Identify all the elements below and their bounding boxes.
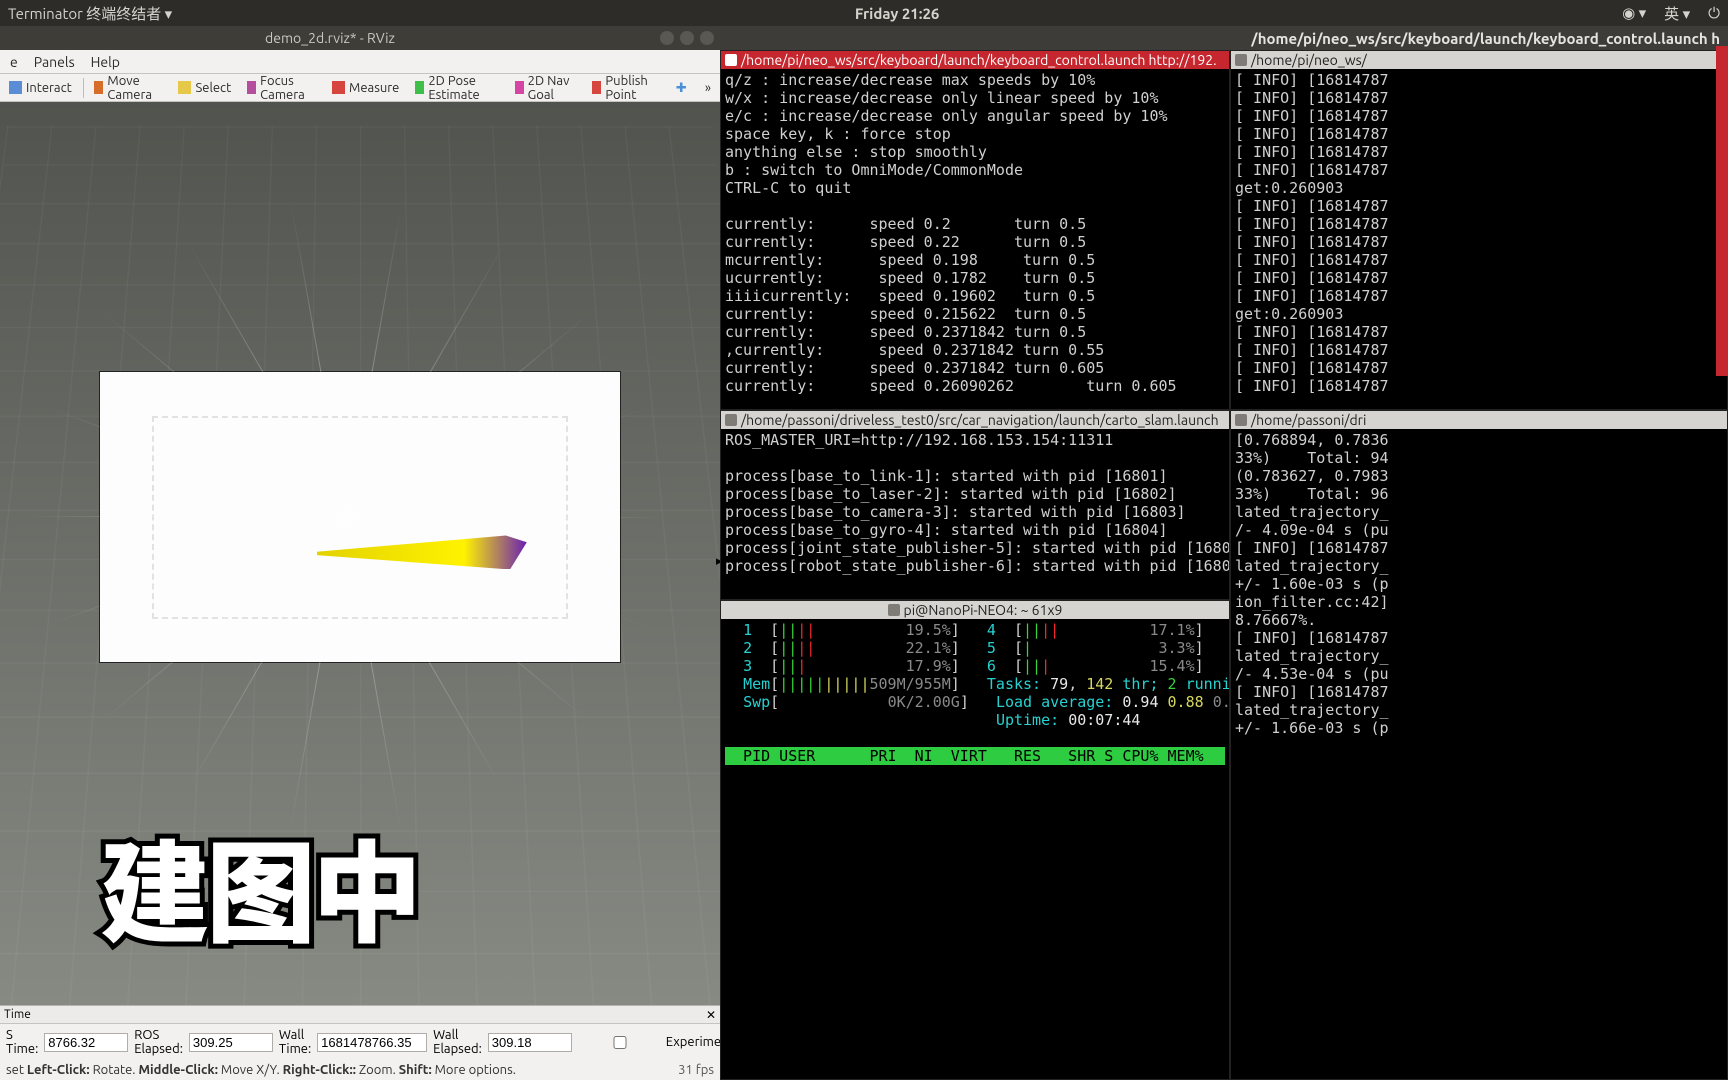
tool-nav-goal[interactable]: 2D Nav Goal	[508, 71, 584, 105]
terminal-icon	[1235, 54, 1247, 66]
terminal-pane-info1[interactable]: /home/pi/neo_ws/ [ INFO] [16814787 [ INF…	[1230, 50, 1728, 410]
system-menu-icon[interactable]: ⏻	[1708, 4, 1720, 22]
nav-goal-icon	[515, 81, 524, 94]
time-panel-title[interactable]: Time ✕	[0, 1005, 720, 1023]
app-menu[interactable]: Terminator 终端终结者 ▾	[8, 3, 172, 24]
toolbar-separator	[83, 78, 84, 98]
pane-body-htop: 1 [|||| 19.5%] 4 [|||| 17.1%] 2 [|||| 22…	[721, 619, 1229, 767]
time-panel: S Time: ROS Elapsed: Wall Time: Wall Ela…	[0, 1023, 720, 1060]
publish-point-icon	[592, 81, 601, 94]
terminal-column-right: /home/pi/neo_ws/ [ INFO] [16814787 [ INF…	[1230, 50, 1728, 1080]
terminal-pane-info2[interactable]: /home/passoni/dri [0.768894, 0.7836 33%)…	[1230, 410, 1728, 1080]
tool-focus-camera[interactable]: Focus Camera	[240, 71, 323, 105]
tool-pose-estimate[interactable]: 2D Pose Estimate	[408, 71, 505, 105]
status-hints: set Left-Click: Rotate. Middle-Click: Mo…	[0, 1060, 720, 1080]
experimental-toggle[interactable]: Experimental	[578, 1035, 744, 1049]
fps-readout: 31 fps	[678, 1063, 714, 1077]
terminal-icon	[725, 414, 737, 426]
terminal-icon	[888, 604, 900, 616]
wall-time-field[interactable]	[317, 1033, 427, 1052]
terminal-pane-keyboard[interactable]: /home/pi/neo_ws/src/keyboard/launch/keyb…	[720, 50, 1230, 410]
plus-icon: ✚	[676, 81, 689, 94]
terminal-pane-carto[interactable]: /home/passoni/driveless_test0/src/car_na…	[720, 410, 1230, 600]
menu-panels[interactable]: Panels	[26, 52, 83, 72]
measure-icon	[332, 81, 345, 94]
menu-file[interactable]: e	[2, 52, 26, 72]
rviz-toolbar: Interact Move Camera Select Focus Camera…	[0, 74, 720, 102]
ime-indicator[interactable]: 英 ▾	[1664, 3, 1690, 24]
terminal-icon	[1235, 414, 1247, 426]
interact-icon	[9, 81, 22, 94]
pane-body-carto: ROS_MASTER_URI=http://192.168.153.154:11…	[721, 429, 1229, 595]
clock[interactable]: Friday 21:26	[172, 5, 1622, 22]
tool-add[interactable]: ✚	[669, 78, 696, 97]
terminator-window: /home/pi/neo_ws/src/keyboard/launch/keyb…	[720, 26, 1728, 1080]
tool-measure[interactable]: Measure	[325, 78, 406, 98]
terminator-titlebar[interactable]: /home/pi/neo_ws/src/keyboard/launch/keyb…	[720, 26, 1728, 50]
laser-scan	[346, 517, 348, 519]
pane-body-info1: [ INFO] [16814787 [ INFO] [16814787 [ IN…	[1231, 69, 1727, 409]
pane-body-keyboard: q/z : increase/decrease max speeds by 10…	[721, 69, 1229, 409]
move-camera-icon	[94, 81, 103, 94]
pane-title-keyboard[interactable]: /home/pi/neo_ws/src/keyboard/launch/keyb…	[721, 51, 1229, 69]
ros-time-label: S Time:	[6, 1028, 38, 1056]
rviz-window: demo_2d.rviz* - RViz e Panels Help Inter…	[0, 26, 720, 1080]
select-icon	[178, 81, 191, 94]
window-maximize-icon[interactable]	[680, 31, 694, 45]
menu-help[interactable]: Help	[83, 52, 128, 72]
tool-select[interactable]: Select	[171, 78, 238, 98]
wall-elapsed-label: Wall Elapsed:	[433, 1028, 482, 1056]
terminal-column-left: /home/pi/neo_ws/src/keyboard/launch/keyb…	[720, 50, 1230, 1080]
ros-time-field[interactable]	[44, 1033, 128, 1052]
terminal-pane-htop[interactable]: pi@NanoPi-NEO4: ~ 61x9 1 [|||| 19.5%] 4 …	[720, 600, 1230, 1080]
ros-elapsed-label: ROS Elapsed:	[134, 1028, 183, 1056]
experimental-checkbox[interactable]	[578, 1036, 662, 1049]
pane-body-info2: [0.768894, 0.7836 33%) Total: 94 (0.7836…	[1231, 429, 1727, 757]
time-panel-close-icon[interactable]: ✕	[706, 1008, 716, 1022]
tool-move-camera[interactable]: Move Camera	[87, 71, 169, 105]
wall-elapsed-field[interactable]	[488, 1033, 572, 1052]
pane-title-carto[interactable]: /home/passoni/driveless_test0/src/car_na…	[721, 411, 1229, 429]
tool-overflow[interactable]: »	[698, 78, 718, 98]
accessibility-icon[interactable]: ◉ ▾	[1622, 4, 1646, 22]
overlay-caption: 建图中	[100, 805, 418, 965]
ros-elapsed-field[interactable]	[189, 1033, 273, 1052]
gnome-top-bar: Terminator 终端终结者 ▾ Friday 21:26 ◉ ▾ 英 ▾ …	[0, 0, 1728, 26]
pane-title-info1[interactable]: /home/pi/neo_ws/	[1231, 51, 1727, 69]
pose-estimate-icon	[415, 81, 424, 94]
rviz-viewport[interactable]: 建图中 ▸	[0, 102, 720, 1005]
window-minimize-icon[interactable]	[660, 31, 674, 45]
terminal-icon	[725, 54, 737, 66]
pane-title-info2[interactable]: /home/passoni/dri	[1231, 411, 1727, 429]
tool-interact[interactable]: Interact	[2, 78, 79, 98]
rviz-titlebar[interactable]: demo_2d.rviz* - RViz	[0, 26, 720, 50]
wall-time-label: Wall Time:	[279, 1028, 311, 1056]
focus-camera-icon	[247, 81, 256, 94]
window-close-icon[interactable]	[700, 31, 714, 45]
rviz-title-text: demo_2d.rviz* - RViz	[6, 30, 654, 46]
tool-publish-point[interactable]: Publish Point	[585, 71, 664, 105]
pane-title-htop[interactable]: pi@NanoPi-NEO4: ~ 61x9	[721, 601, 1229, 619]
